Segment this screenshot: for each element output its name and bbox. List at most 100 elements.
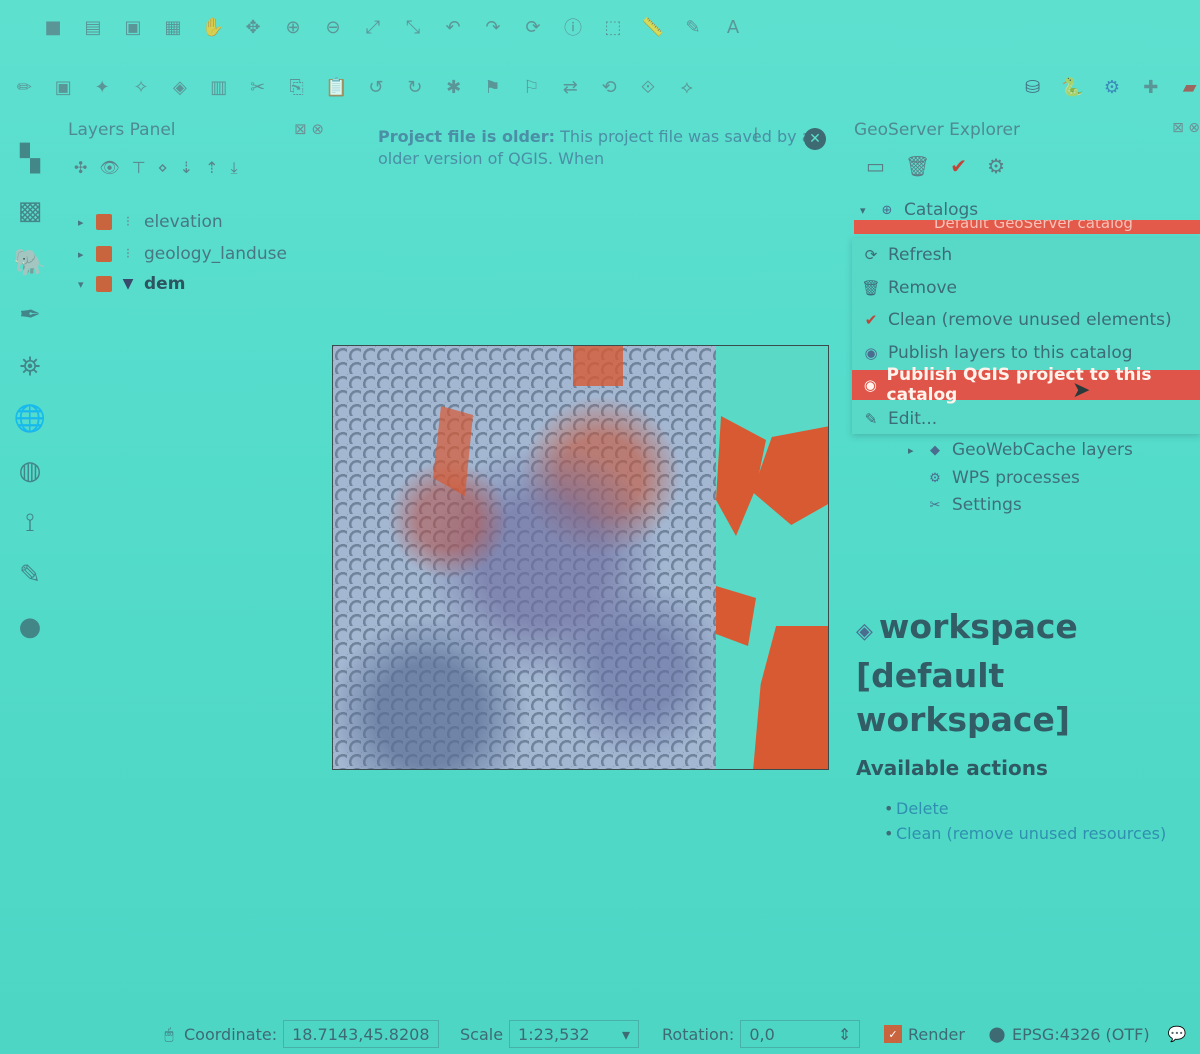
expand-arrow-icon[interactable]: ▸ bbox=[908, 444, 918, 457]
label-move-icon[interactable]: ⇄ bbox=[560, 74, 581, 100]
annotation-icon[interactable]: ✎ bbox=[680, 14, 706, 40]
measure-icon[interactable]: 📏 bbox=[640, 14, 666, 40]
filter-legend-icon[interactable]: ⊤ bbox=[132, 158, 146, 178]
crs-globe-icon[interactable]: ⬤ bbox=[988, 1025, 1006, 1043]
move-feature-icon[interactable]: ✧ bbox=[131, 74, 152, 100]
scale-field[interactable]: 1:23,532 ▾ bbox=[509, 1020, 640, 1048]
print-icon[interactable]: ▦ bbox=[160, 14, 186, 40]
delete-selected-icon[interactable]: ▥ bbox=[208, 74, 229, 100]
messages-section[interactable]: 💬 bbox=[1168, 1025, 1187, 1043]
settings-icon[interactable]: ⚙ bbox=[987, 154, 1005, 178]
geoserver-icon[interactable]: ⚙ bbox=[1102, 74, 1123, 100]
render-checkbox[interactable]: ✓ bbox=[884, 1025, 902, 1043]
check-icon[interactable]: ✔ bbox=[950, 154, 967, 178]
pan-to-selection-icon[interactable]: ✥ bbox=[240, 14, 266, 40]
zoom-next-icon[interactable]: ↷ bbox=[480, 14, 506, 40]
collapse-all-icon[interactable]: ⇡ bbox=[205, 158, 218, 178]
add-wfs-layer-icon[interactable]: ⟟ bbox=[10, 504, 50, 542]
open-layer-styling-icon[interactable]: ✣ bbox=[74, 158, 87, 178]
refresh-map-icon[interactable]: ⟳ bbox=[520, 14, 546, 40]
pan-icon[interactable]: ✋ bbox=[200, 14, 226, 40]
tree-item-settings[interactable]: ✂ Settings bbox=[926, 495, 1022, 515]
menu-item-publish-project[interactable]: ◉ Publish QGIS project to this catalog bbox=[852, 365, 1200, 405]
geoserver-panel-close-icon[interactable]: ⊠ ⊗ bbox=[1172, 120, 1200, 136]
add-mssql-layer-icon[interactable]: ⛯ bbox=[10, 348, 50, 386]
action-clean-link[interactable]: Clean (remove unused resources) bbox=[884, 821, 1200, 846]
layer-visibility-checkbox[interactable] bbox=[96, 246, 112, 262]
layer-visibility-checkbox[interactable] bbox=[96, 214, 112, 230]
menu-item-remove[interactable]: 🗑 Remove bbox=[852, 273, 1200, 303]
copy-icon[interactable]: ⎘ bbox=[286, 74, 307, 100]
chevron-down-icon[interactable]: ▾ bbox=[622, 1025, 630, 1044]
new-project-icon[interactable]: ■ bbox=[40, 14, 66, 40]
tree-item-catalogs[interactable]: ▾ ⊕ Catalogs bbox=[860, 200, 978, 220]
digitize-icon[interactable]: ✱ bbox=[443, 74, 464, 100]
plugin-icon[interactable]: ✚ bbox=[1140, 74, 1161, 100]
render-section[interactable]: ✓ Render bbox=[884, 1025, 965, 1044]
crs-section[interactable]: ⬤ EPSG:4326 (OTF) bbox=[988, 1025, 1150, 1044]
new-catalog-icon[interactable]: ▭ bbox=[866, 154, 885, 178]
redo-icon[interactable]: ↻ bbox=[404, 74, 425, 100]
tree-item-default-catalog[interactable]: Default GeoServer catalog bbox=[854, 220, 1200, 234]
plugin2-icon[interactable]: ▰ bbox=[1179, 74, 1200, 100]
expand-arrow-icon[interactable]: ▸ bbox=[78, 248, 88, 261]
edit-icon[interactable]: ✏ bbox=[14, 74, 35, 100]
collapse-arrow-icon[interactable]: ▾ bbox=[860, 204, 870, 217]
add-postgis-layer-icon[interactable]: 🐘 bbox=[10, 244, 50, 282]
tree-item-wps[interactable]: ⚙ WPS processes bbox=[926, 468, 1080, 488]
new-shapefile-icon[interactable]: ● bbox=[10, 608, 50, 646]
zoom-last-icon[interactable]: ↶ bbox=[440, 14, 466, 40]
layer-item[interactable]: ▾ ▼ dem bbox=[78, 274, 185, 294]
label-extra-icon[interactable]: ⟡ bbox=[676, 74, 697, 100]
layer-item[interactable]: ▸ ⁝ elevation bbox=[78, 212, 223, 232]
label-show-icon[interactable]: ⚐ bbox=[521, 74, 542, 100]
message-expand-icon[interactable]: ❘ bbox=[750, 126, 762, 142]
add-spatialite-layer-icon[interactable]: ✒ bbox=[10, 296, 50, 334]
menu-item-clean[interactable]: ✔ Clean (remove unused elements) bbox=[852, 305, 1200, 335]
expand-all-icon[interactable]: ⇣ bbox=[180, 158, 193, 178]
save-edits-icon[interactable]: ▣ bbox=[53, 74, 74, 100]
remove-layer-icon[interactable]: ⤓ bbox=[230, 158, 237, 178]
label-change-icon[interactable]: ⟐ bbox=[638, 74, 659, 100]
rotation-field[interactable]: 0,0 ⇕ bbox=[740, 1020, 861, 1048]
zoom-full-icon[interactable]: ⤢ bbox=[360, 14, 386, 40]
label-pin-icon[interactable]: ⚑ bbox=[482, 74, 503, 100]
crs-label[interactable]: EPSG:4326 (OTF) bbox=[1012, 1025, 1150, 1044]
zoom-layer-icon[interactable]: ⤡ bbox=[400, 14, 426, 40]
layer-visibility-checkbox[interactable] bbox=[96, 276, 112, 292]
database-icon[interactable]: ⛁ bbox=[1022, 74, 1043, 100]
add-group-icon[interactable]: 👁 bbox=[99, 158, 119, 178]
label-icon[interactable]: A bbox=[720, 14, 746, 40]
delete-icon[interactable]: 🗑 bbox=[905, 154, 930, 178]
cut-icon[interactable]: ✂ bbox=[247, 74, 268, 100]
undo-icon[interactable]: ↺ bbox=[365, 74, 386, 100]
open-project-icon[interactable]: ▤ bbox=[80, 14, 106, 40]
expand-arrow-icon[interactable]: ▸ bbox=[78, 216, 88, 229]
messages-icon[interactable]: 💬 bbox=[1168, 1025, 1187, 1043]
add-delimited-text-icon[interactable]: ✎ bbox=[10, 556, 50, 594]
add-wcs-layer-icon[interactable]: ◍ bbox=[10, 452, 50, 490]
add-vector-layer-icon[interactable]: ▚ bbox=[10, 140, 50, 178]
expand-arrow-icon[interactable]: ▾ bbox=[78, 278, 88, 291]
save-project-icon[interactable]: ▣ bbox=[120, 14, 146, 40]
add-wms-layer-icon[interactable]: 🌐 bbox=[10, 400, 50, 438]
spinner-icon[interactable]: ⇕ bbox=[838, 1025, 851, 1044]
menu-item-refresh[interactable]: ⟳ Refresh bbox=[852, 240, 1200, 270]
layer-item[interactable]: ▸ ⁝ geology_landuse bbox=[78, 244, 287, 264]
map-canvas[interactable] bbox=[332, 345, 829, 770]
action-delete-link[interactable]: Delete bbox=[884, 796, 1200, 821]
zoom-in-icon[interactable]: ⊕ bbox=[280, 14, 306, 40]
add-raster-layer-icon[interactable]: ▩ bbox=[10, 192, 50, 230]
menu-item-publish-layers[interactable]: ◉ Publish layers to this catalog bbox=[852, 338, 1200, 368]
menu-item-edit[interactable]: ✎ Edit... bbox=[852, 404, 1200, 434]
paste-icon[interactable]: 📋 bbox=[325, 74, 347, 100]
filter-icon[interactable]: ⋄ bbox=[158, 158, 168, 178]
python-icon[interactable]: 🐍 bbox=[1061, 74, 1083, 100]
select-icon[interactable]: ⬚ bbox=[600, 14, 626, 40]
message-close-icon[interactable]: ✕ bbox=[804, 128, 826, 150]
add-feature-icon[interactable]: ✦ bbox=[92, 74, 113, 100]
layers-panel-close-icon[interactable]: ⊠ ⊗ bbox=[294, 120, 324, 138]
tree-item-geowebcache[interactable]: ▸ ◆ GeoWebCache layers bbox=[908, 440, 1133, 460]
node-tool-icon[interactable]: ◈ bbox=[170, 74, 191, 100]
identify-icon[interactable]: ⓘ bbox=[560, 14, 586, 40]
